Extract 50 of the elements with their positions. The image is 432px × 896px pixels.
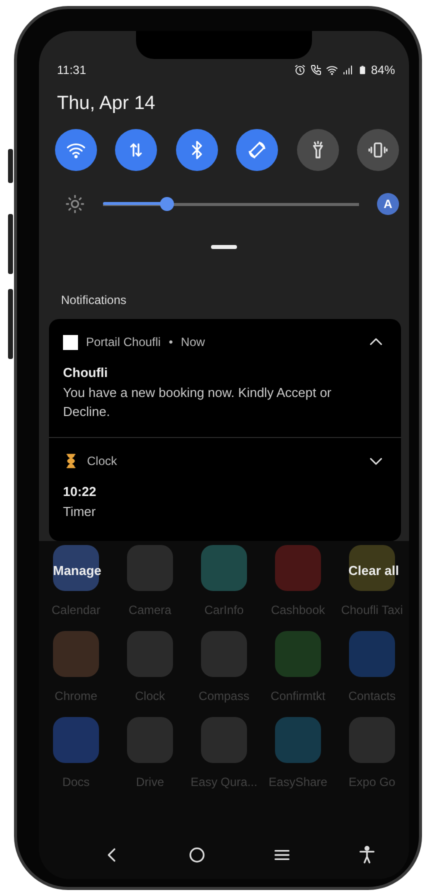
drag-handle[interactable] bbox=[211, 245, 237, 249]
accessibility-icon[interactable] bbox=[356, 845, 376, 865]
app-label[interactable]: Chrome bbox=[54, 689, 98, 703]
slider-thumb[interactable] bbox=[160, 197, 174, 211]
app-label[interactable]: Expo Go bbox=[348, 775, 396, 789]
quick-tile-button[interactable] bbox=[356, 129, 399, 171]
wifi-signal-icon bbox=[326, 64, 338, 76]
app-label[interactable]: EasyShare bbox=[268, 775, 328, 789]
notification-title: Choufli bbox=[63, 365, 109, 380]
app-label[interactable]: Cashbook bbox=[270, 603, 326, 617]
app-label[interactable]: Confirmtkt bbox=[270, 689, 326, 703]
clock-time: 11:31 bbox=[57, 63, 86, 77]
app-name: Portail Choufli bbox=[86, 335, 161, 349]
app-label[interactable]: Docs bbox=[62, 775, 90, 789]
notification-title: 10:22 bbox=[63, 484, 98, 499]
alarm-icon bbox=[294, 64, 306, 76]
home-icon[interactable] bbox=[186, 845, 206, 865]
quick-tile-button[interactable] bbox=[55, 129, 97, 171]
notification-time: Now bbox=[180, 335, 205, 349]
app-label[interactable]: Easy Qura... bbox=[190, 775, 258, 789]
app-label[interactable]: Compass bbox=[198, 689, 250, 703]
app-label[interactable]: Camera bbox=[128, 603, 172, 617]
brightness-icon bbox=[65, 194, 85, 214]
rotate-icon bbox=[247, 140, 268, 160]
section-heading: Notifications bbox=[61, 293, 128, 307]
quick-tile-button[interactable] bbox=[115, 129, 158, 171]
quick-tile-button[interactable] bbox=[176, 129, 218, 171]
manage-button[interactable]: Manage bbox=[49, 561, 106, 580]
battery-icon bbox=[358, 64, 367, 76]
app-label[interactable]: Drive bbox=[136, 775, 164, 789]
app-label[interactable]: Calendar bbox=[52, 603, 100, 617]
app-label[interactable]: CarInfo bbox=[204, 603, 244, 617]
app-label[interactable]: Contacts bbox=[348, 689, 396, 703]
app-label[interactable]: Clock bbox=[134, 689, 165, 703]
vibrate-icon bbox=[368, 140, 388, 160]
phone-call-icon bbox=[310, 64, 322, 76]
app-name: Clock bbox=[87, 454, 118, 468]
app-icon[interactable] bbox=[53, 545, 99, 591]
battery-percentage: 84% bbox=[370, 63, 395, 77]
quick-tile-button[interactable] bbox=[296, 129, 339, 171]
auto-brightness-button[interactable]: A bbox=[377, 193, 399, 215]
date-label: Thu, Apr 14 bbox=[57, 93, 156, 115]
notification-text: You have a new booking now. Kindly Accept or Decline. bbox=[63, 384, 332, 421]
app-icon bbox=[63, 334, 78, 350]
separator-dot: • bbox=[168, 335, 173, 349]
quick-tile-button[interactable] bbox=[236, 129, 278, 171]
app-label[interactable]: Choufli Taxi bbox=[341, 603, 403, 617]
clear-all-button[interactable]: Clear all bbox=[344, 561, 403, 580]
cell-signal-icon bbox=[342, 64, 354, 76]
notification-text: Timer bbox=[63, 503, 97, 521]
